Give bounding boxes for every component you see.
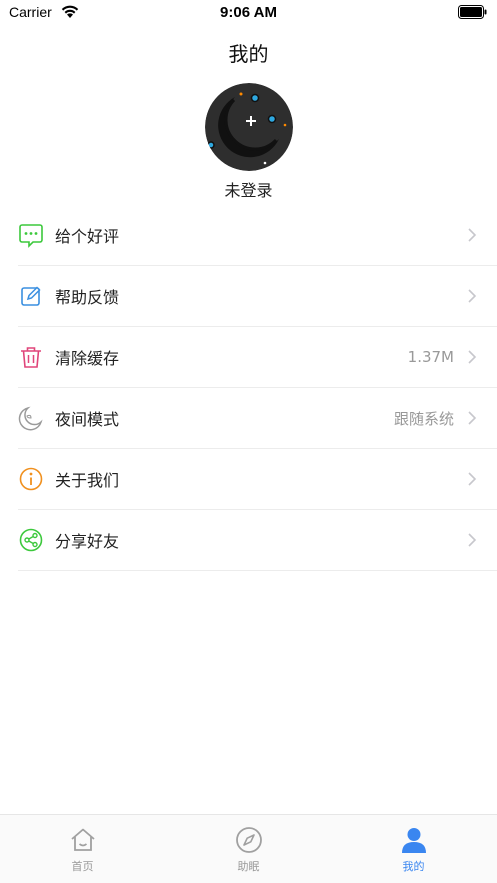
menu-item-share[interactable]: 分享好友 — [18, 510, 497, 571]
chevron-right-icon — [468, 228, 477, 242]
compass-icon — [235, 827, 262, 853]
info-icon — [18, 466, 44, 492]
share-icon — [18, 527, 44, 553]
cache-size-value: 1.37M — [407, 348, 454, 366]
edit-icon — [18, 283, 44, 309]
chat-bubble-icon — [18, 222, 44, 248]
menu-label: 帮助反馈 — [55, 288, 120, 307]
night-mode-value: 跟随系统 — [393, 409, 454, 428]
menu-item-about[interactable]: 关于我们 — [18, 449, 497, 510]
status-time: 9:06 AM — [220, 4, 277, 21]
moon-avatar-icon — [205, 83, 293, 171]
chevron-right-icon — [468, 411, 477, 425]
tab-label: 首页 — [71, 860, 94, 873]
menu-item-clear-cache[interactable]: 清除缓存 1.37M — [18, 327, 497, 388]
profile-screen: Carrier 9:06 AM 我的 未登录 给个好评 帮助反馈 清除缓存 1.… — [0, 0, 497, 883]
tab-home[interactable]: 首页 — [0, 815, 165, 883]
tab-bar: 首页 助眠 我的 — [0, 814, 497, 883]
chevron-right-icon — [468, 472, 477, 486]
menu-label: 清除缓存 — [55, 349, 120, 368]
battery-icon — [458, 5, 487, 19]
tab-mine[interactable]: 我的 — [331, 815, 496, 883]
login-status[interactable]: 未登录 — [0, 177, 497, 201]
menu-label: 关于我们 — [55, 471, 120, 490]
home-icon — [70, 828, 95, 851]
tab-sleep[interactable]: 助眠 — [166, 815, 331, 883]
tab-label: 助眠 — [237, 860, 260, 873]
moon-icon — [18, 405, 44, 431]
page-title: 我的 — [228, 42, 269, 66]
chevron-right-icon — [468, 533, 477, 547]
menu-label: 分享好友 — [55, 532, 120, 551]
menu-item-night-mode[interactable]: 夜间模式 跟随系统 — [18, 388, 497, 449]
chevron-right-icon — [468, 289, 477, 303]
menu-label: 夜间模式 — [55, 410, 120, 429]
user-icon — [401, 828, 426, 853]
chevron-right-icon — [468, 350, 477, 364]
status-bar: Carrier 9:06 AM — [0, 0, 497, 26]
settings-menu: 给个好评 帮助反馈 清除缓存 1.37M 夜间模式 跟随系统 关于我们 分享好友 — [18, 205, 497, 571]
avatar[interactable] — [205, 83, 293, 171]
menu-item-feedback[interactable]: 帮助反馈 — [18, 266, 497, 327]
menu-item-rate[interactable]: 给个好评 — [18, 205, 497, 266]
menu-label: 给个好评 — [55, 227, 120, 246]
tab-label: 我的 — [402, 860, 425, 873]
trash-icon — [18, 344, 44, 370]
